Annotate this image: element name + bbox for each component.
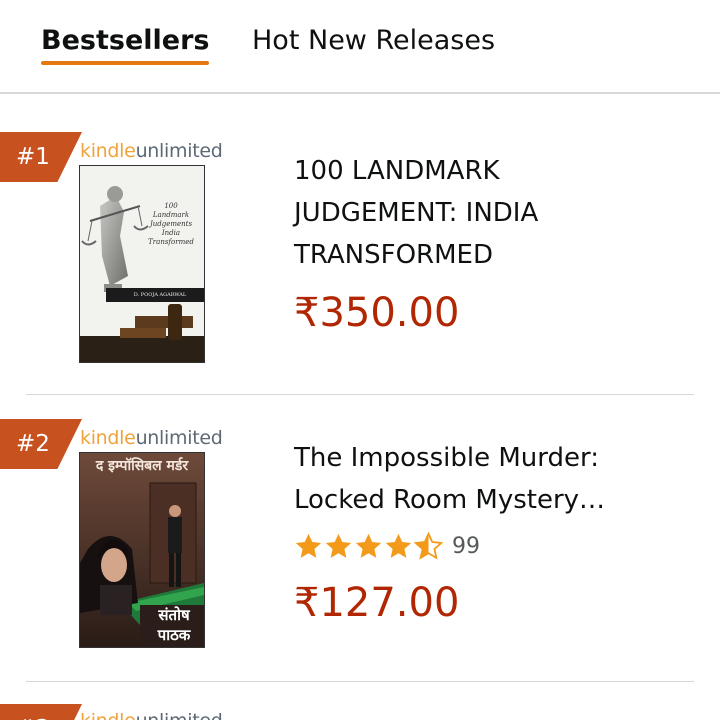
book-cover[interactable]: 100 Landmark Judgements India Transforme… [80, 166, 204, 362]
cover-art [80, 166, 204, 362]
product-title-line: TRANSFORMED [294, 240, 493, 270]
tab-hot-new-releases[interactable]: Hot New Releases [252, 22, 495, 60]
star-full-icon [325, 533, 352, 558]
kindle-text: kindle [80, 427, 136, 449]
unlimited-text: unlimited [135, 427, 223, 449]
kindle-text: kindle [80, 140, 136, 162]
cover-author: संतोष पाठक [144, 605, 204, 645]
cover-title: द इम्पॉसिबल मर्डर [95, 458, 189, 474]
list-item[interactable]: #2 kindleunlimited द इम्पॉसिबल मर्डर संत… [0, 395, 720, 680]
tab-bestsellers-label: Bestsellers [41, 25, 210, 56]
cover-title-line: Landmark [152, 211, 190, 219]
kindle-unlimited-logo: kindleunlimited [80, 140, 223, 162]
active-tab-indicator [41, 61, 210, 65]
star-full-icon [295, 533, 322, 558]
product-title-line: The Impossible Murder: [294, 443, 599, 473]
star-full-icon [385, 533, 412, 558]
product-title[interactable]: 100 LANDMARK JUDGEMENT: INDIA TRANSFORME… [294, 150, 538, 276]
rank-label: #2 [16, 431, 50, 457]
product-title-line: 100 LANDMARK [294, 156, 500, 186]
cover-author-line: पाठक [157, 626, 191, 644]
product-price: ₹350.00 [294, 290, 460, 336]
kindle-unlimited-logo: kindleunlimited [80, 710, 223, 720]
rank-badge: #2 [0, 419, 82, 469]
rank-label: #1 [16, 144, 50, 170]
list-item[interactable]: #3 kindleunlimited [0, 682, 720, 720]
product-title-line: Locked Room Mystery… [294, 485, 606, 515]
product-price: ₹127.00 [294, 580, 460, 626]
star-rating[interactable]: 99 [294, 531, 480, 561]
rank-badge: #1 [0, 132, 82, 182]
star-full-icon [355, 533, 382, 558]
unlimited-text: unlimited [136, 710, 223, 720]
rank-badge: #3 [0, 704, 82, 720]
cover-author: D. POOJA AGARWAL [133, 292, 187, 298]
cover-title-line: Judgements [149, 220, 193, 228]
product-title-line: JUDGEMENT: INDIA [294, 198, 539, 228]
list-item[interactable]: #1 kindleunlimited 100 Landmark Judgemen… [0, 94, 720, 394]
tab-hot-new-releases-label: Hot New Releases [252, 25, 496, 56]
cover-title: 100 Landmark Judgements India Transforme… [142, 202, 200, 247]
cover-title-line: Transformed [148, 238, 194, 246]
rank-label: #3 [16, 716, 50, 720]
product-title[interactable]: The Impossible Murder: Locked Room Myste… [294, 437, 605, 521]
cover-title-line: India [161, 229, 181, 237]
cover-title-line: 100 [164, 202, 178, 210]
rating-count: 99 [452, 533, 480, 559]
cover-author-line: संतोष [158, 606, 190, 624]
tab-bestsellers[interactable]: Bestsellers [41, 22, 210, 65]
star-half-icon [414, 531, 443, 560]
tab-bar: Bestsellers Hot New Releases [0, 0, 720, 94]
unlimited-text: unlimited [135, 140, 223, 162]
kindle-unlimited-logo: kindleunlimited [80, 427, 223, 449]
kindle-text: kindle [80, 710, 136, 720]
book-cover[interactable]: द इम्पॉसिबल मर्डर संतोष पाठक [80, 453, 204, 647]
